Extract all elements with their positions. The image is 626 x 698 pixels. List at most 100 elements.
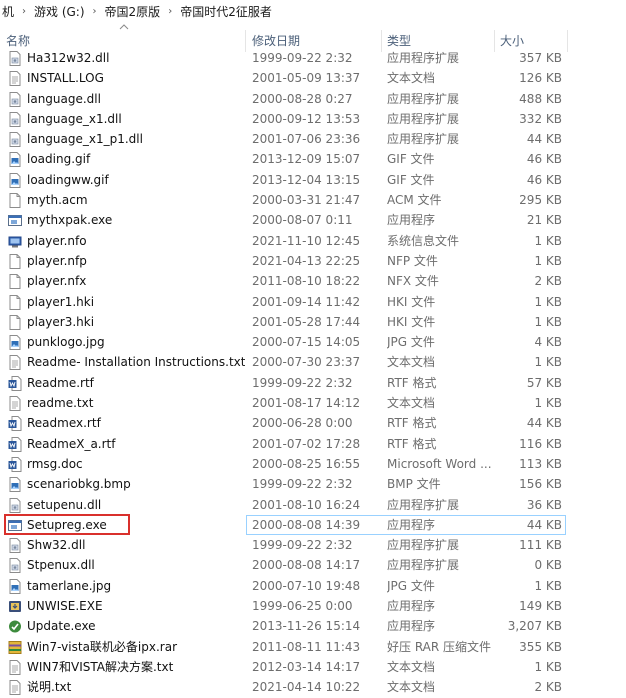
file-row[interactable]: language_x1.dll 2000-09-12 13:53 应用程序扩展 332…	[0, 109, 626, 129]
highlight-annotation-box	[4, 513, 130, 535]
file-name: WIN7和VISTA解决方案.txt	[27, 659, 174, 674]
breadcrumb-item[interactable]: 帝国2原版	[103, 3, 163, 20]
file-size: 332 KB	[519, 111, 562, 126]
file-size: 44 KB	[526, 416, 562, 431]
file-row[interactable]: Ha312w32.dll 1999-09-22 2:32 应用程序扩展 357 KB	[0, 48, 626, 68]
file-modified-date: 2001-05-09 13:37	[252, 71, 361, 86]
file-row[interactable]: Setupreg.exe 2000-08-08 14:39 应用程序 44 KB	[0, 513, 626, 536]
file-modified-date: 1999-09-22 2:32	[252, 477, 353, 492]
file-name: rmsg.doc	[27, 456, 83, 471]
file-name: setupenu.dll	[27, 497, 102, 512]
file-type: 应用程序扩展	[387, 538, 460, 553]
file-row[interactable]: Update.exe 2013-11-26 15:14 应用程序 3,207 KB	[0, 616, 626, 636]
file-row[interactable]: language_x1_p1.dll 2001-07-06 23:36 应用程序扩展…	[0, 129, 626, 149]
file-size: 44 KB	[526, 517, 562, 532]
file-name: Readme- Installation Instructions.txt	[27, 355, 245, 370]
file-row[interactable]: player.nfo 2021-11-10 12:45 系统信息文件 1 KB	[0, 231, 626, 251]
file-type: 文本文档	[387, 680, 436, 695]
file-name: Update.exe	[27, 619, 96, 634]
file-name: 说明.txt	[27, 680, 72, 695]
breadcrumb-item[interactable]: 帝国时代2征服者	[178, 3, 274, 20]
file-row[interactable]: loading.gif 2013-12-09 15:07 GIF 文件 46 KB	[0, 149, 626, 169]
file-name: INSTALL.LOG	[27, 71, 104, 86]
file-name: player3.hki	[27, 314, 95, 329]
text-file-icon	[8, 659, 22, 675]
file-name: loadingww.gif	[27, 172, 109, 187]
file-modified-date: 1999-06-25 0:00	[252, 599, 353, 614]
file-type: BMP 文件	[387, 477, 441, 492]
file-type: RTF 格式	[387, 416, 437, 431]
file-name: player.nfp	[27, 253, 87, 268]
file-size: 1 KB	[534, 355, 562, 370]
dll-icon	[8, 538, 22, 554]
file-row[interactable]: myth.acm 2000-03-31 21:47 ACM 文件 295 KB	[0, 190, 626, 210]
file-row[interactable]: mythxpak.exe 2000-08-07 0:11 应用程序 21 KB	[0, 210, 626, 230]
word-doc-icon	[8, 436, 22, 452]
file-modified-date: 2012-03-14 14:17	[252, 659, 361, 674]
breadcrumb-item[interactable]: 机	[0, 3, 16, 20]
file-modified-date: 2001-08-10 16:24	[252, 497, 361, 512]
dll-icon	[8, 497, 22, 513]
file-list: Ha312w32.dll 1999-09-22 2:32 应用程序扩展 357 KB I…	[0, 48, 626, 698]
file-row[interactable]: player.nfp 2021-04-13 22:25 NFP 文件 1 KB	[0, 251, 626, 271]
file-size: 1 KB	[534, 253, 562, 268]
file-row[interactable]: rmsg.doc 2000-08-25 16:55 Microsoft Word .…	[0, 454, 626, 474]
file-type: HKI 文件	[387, 294, 436, 309]
file-type: NFP 文件	[387, 253, 438, 268]
file-row[interactable]: Readmex.rtf 2000-06-28 0:00 RTF 格式 44 KB	[0, 413, 626, 433]
file-row[interactable]: readme.txt 2001-08-17 14:12 文本文档 1 KB	[0, 393, 626, 413]
breadcrumb-item[interactable]: 游戏 (G:)	[32, 3, 87, 20]
file-row[interactable]: Readme.rtf 1999-09-22 2:32 RTF 格式 57 KB	[0, 373, 626, 393]
file-row[interactable]: punklogo.jpg 2000-07-15 14:05 JPG 文件 4 KB	[0, 332, 626, 352]
file-row[interactable]: Win7-vista联机必备ipx.rar 2011-08-11 11:43 好压 …	[0, 637, 626, 657]
file-modified-date: 1999-09-22 2:32	[252, 51, 353, 65]
file-type: 应用程序扩展	[387, 497, 460, 512]
text-file-icon	[8, 396, 22, 412]
word-doc-icon	[8, 456, 22, 472]
file-row[interactable]: loadingww.gif 2013-12-04 13:15 GIF 文件 46 KB	[0, 170, 626, 190]
file-row[interactable]: player1.hki 2001-09-14 11:42 HKI 文件 1 KB	[0, 292, 626, 312]
file-row[interactable]: setupenu.dll 2001-08-10 16:24 应用程序扩展 36 KB	[0, 495, 626, 515]
file-row[interactable]: Stpenux.dll 2000-08-08 14:17 应用程序扩展 0 KB	[0, 555, 626, 575]
file-size: 1 KB	[534, 314, 562, 329]
file-size: 1 KB	[534, 659, 562, 674]
file-size: 1 KB	[534, 233, 562, 248]
file-modified-date: 2021-11-10 12:45	[252, 233, 361, 248]
file-row[interactable]: Readme- Installation Instructions.txt 200…	[0, 352, 626, 372]
file-row[interactable]: UNWISE.EXE 1999-06-25 0:00 应用程序 149 KB	[0, 596, 626, 616]
file-size: 36 KB	[526, 497, 562, 512]
file-row[interactable]: language.dll 2000-08-28 0:27 应用程序扩展 488 KB	[0, 89, 626, 109]
file-modified-date: 2000-08-08 14:39	[252, 517, 361, 532]
file-size: 46 KB	[526, 172, 562, 187]
file-row[interactable]: player.nfx 2011-08-10 18:22 NFX 文件 2 KB	[0, 271, 626, 291]
file-name: readme.txt	[27, 396, 94, 411]
file-type: RTF 格式	[387, 436, 437, 451]
file-modified-date: 2000-07-10 19:48	[252, 578, 361, 593]
file-row[interactable]: ReadmeX_a.rtf 2001-07-02 17:28 RTF 格式 116 K…	[0, 434, 626, 454]
file-row[interactable]: tamerlane.jpg 2000-07-10 19:48 JPG 文件 1 KB	[0, 576, 626, 596]
file-name: UNWISE.EXE	[27, 599, 103, 614]
file-size: 1 KB	[534, 294, 562, 309]
breadcrumb-separator-icon[interactable]: ›	[87, 6, 103, 17]
file-size: 156 KB	[519, 477, 562, 492]
file-row[interactable]: WIN7和VISTA解决方案.txt 2012-03-14 14:17 文本文档 1 …	[0, 657, 626, 677]
file-row[interactable]: player3.hki 2001-05-28 17:44 HKI 文件 1 KB	[0, 312, 626, 332]
file-type: 应用程序	[387, 517, 436, 532]
archive-icon	[8, 640, 22, 655]
update-app-icon	[8, 619, 22, 634]
file-modified-date: 2000-08-28 0:27	[252, 91, 353, 106]
breadcrumb-separator-icon[interactable]: ›	[16, 6, 32, 17]
file-size: 21 KB	[526, 213, 562, 228]
file-type: RTF 格式	[387, 375, 437, 390]
image-file-icon	[8, 477, 22, 493]
file-row[interactable]: Shw32.dll 1999-09-22 2:32 应用程序扩展 111 KB	[0, 535, 626, 555]
file-size: 3,207 KB	[507, 619, 562, 634]
breadcrumb-separator-icon[interactable]: ›	[162, 6, 178, 17]
file-modified-date: 2001-09-14 11:42	[252, 294, 361, 309]
file-type: 文本文档	[387, 659, 436, 674]
file-row[interactable]: INSTALL.LOG 2001-05-09 13:37 文本文档 126 KB	[0, 68, 626, 88]
file-row[interactable]: scenariobkg.bmp 1999-09-22 2:32 BMP 文件 156 …	[0, 474, 626, 494]
file-row[interactable]: 说明.txt 2021-04-14 10:22 文本文档 2 KB	[0, 677, 626, 697]
file-type: GIF 文件	[387, 152, 435, 167]
text-file-icon	[8, 680, 22, 696]
